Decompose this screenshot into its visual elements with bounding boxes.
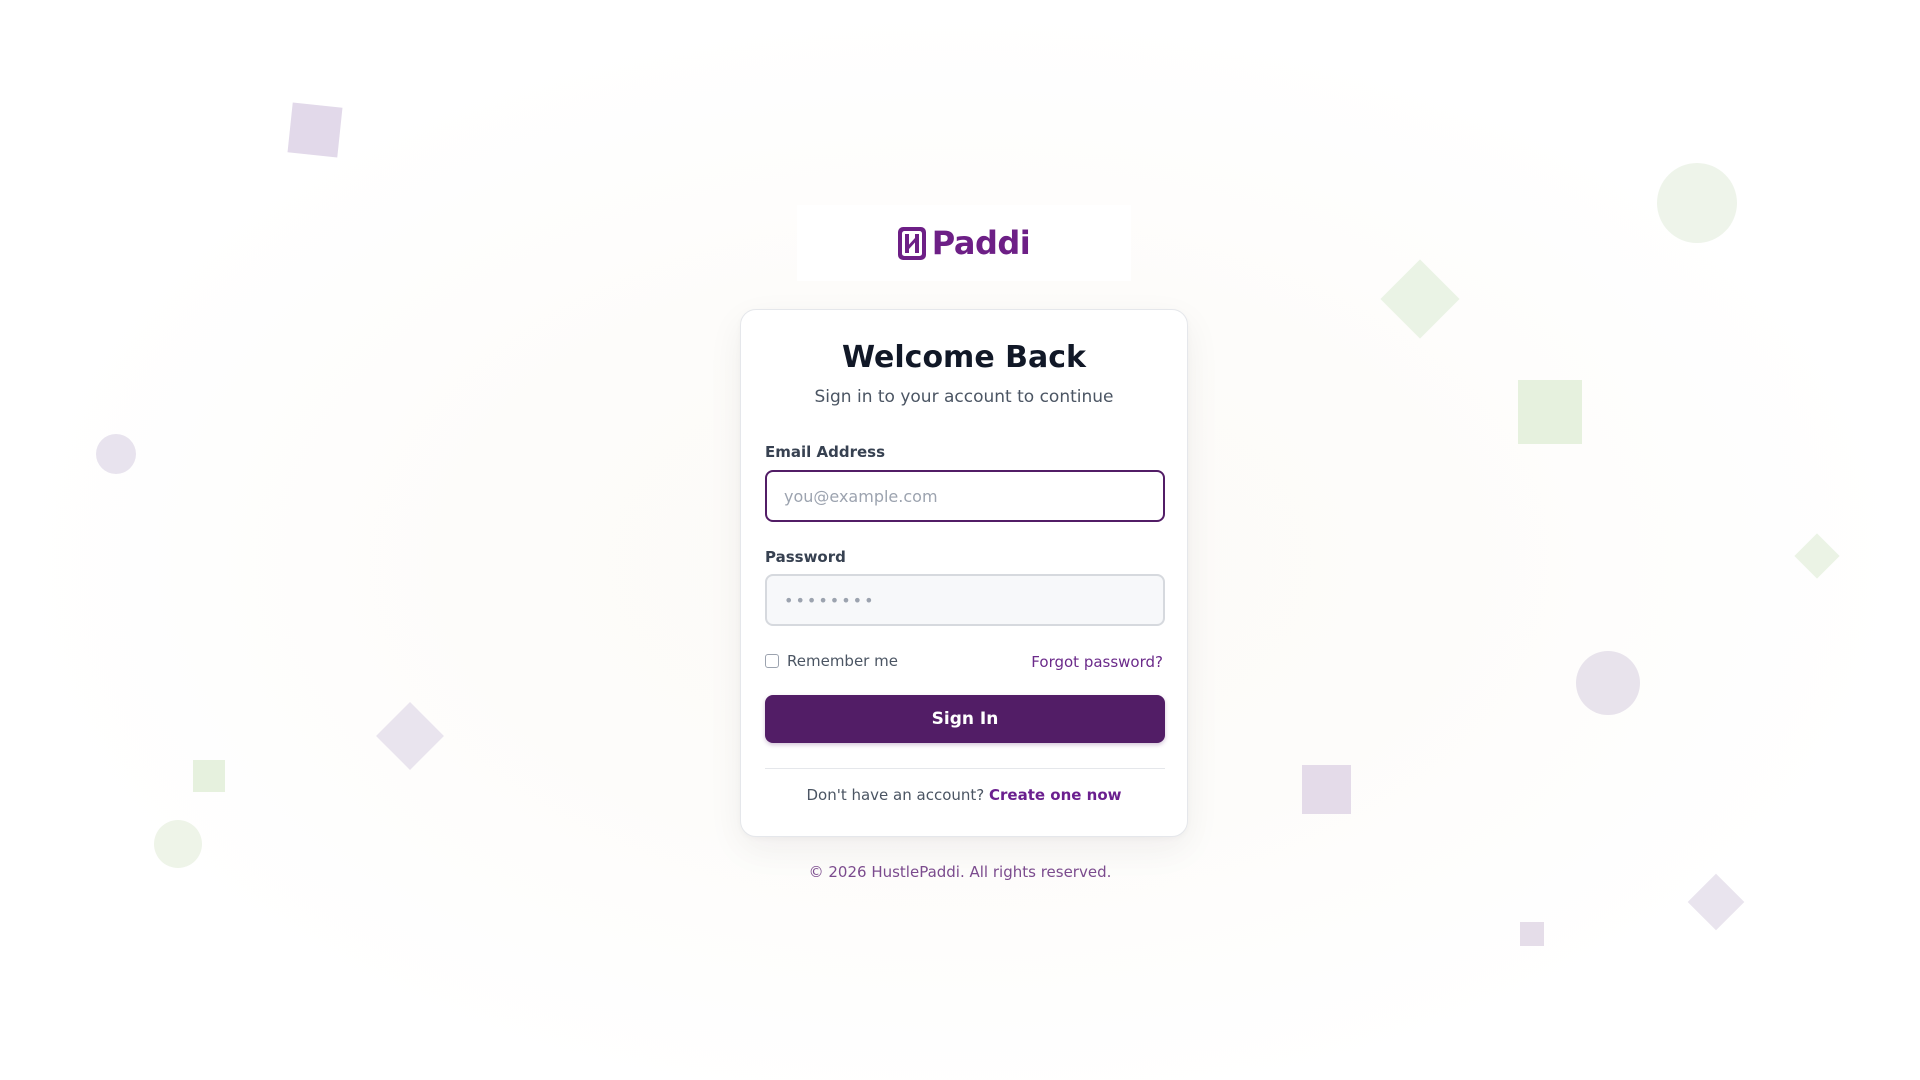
page-title: Welcome Back bbox=[842, 340, 1086, 375]
decorative-diamond bbox=[1380, 259, 1460, 339]
brand-name: Paddi bbox=[931, 224, 1031, 262]
decorative-circle bbox=[96, 434, 136, 474]
decorative-square bbox=[193, 760, 225, 792]
brand-logo: Paddi bbox=[797, 205, 1131, 281]
decorative-square bbox=[1520, 922, 1544, 946]
password-field[interactable] bbox=[765, 574, 1165, 626]
decorative-square bbox=[287, 102, 343, 158]
remember-me-label[interactable]: Remember me bbox=[787, 652, 898, 670]
footer-copyright: © 2026 HustlePaddi. All rights reserved. bbox=[808, 863, 1112, 881]
decorative-diamond bbox=[376, 702, 444, 770]
decorative-circle bbox=[1576, 651, 1640, 715]
login-card: Welcome Back Sign in to your account to … bbox=[740, 309, 1188, 837]
remember-me-row: Remember me bbox=[765, 652, 898, 670]
signup-prompt-row: Don't have an account? Create one now bbox=[741, 786, 1187, 804]
sign-in-button[interactable]: Sign In bbox=[765, 695, 1165, 743]
remember-me-checkbox[interactable] bbox=[765, 654, 779, 668]
forgot-password-link[interactable]: Forgot password? bbox=[1031, 653, 1163, 671]
password-label: Password bbox=[765, 548, 846, 566]
email-label: Email Address bbox=[765, 443, 886, 461]
decorative-diamond bbox=[1687, 873, 1745, 931]
decorative-circle bbox=[1657, 163, 1737, 243]
divider bbox=[765, 768, 1165, 769]
decorative-circle bbox=[154, 820, 202, 868]
signup-prompt-text: Don't have an account? bbox=[806, 786, 990, 804]
email-field[interactable] bbox=[765, 470, 1165, 522]
paddi-logo-icon bbox=[897, 226, 926, 260]
decorative-diamond bbox=[1794, 533, 1840, 579]
create-account-link[interactable]: Create one now bbox=[989, 786, 1122, 804]
decorative-square bbox=[1518, 380, 1582, 444]
page-subtitle: Sign in to your account to continue bbox=[814, 387, 1114, 407]
decorative-square bbox=[1302, 765, 1351, 814]
